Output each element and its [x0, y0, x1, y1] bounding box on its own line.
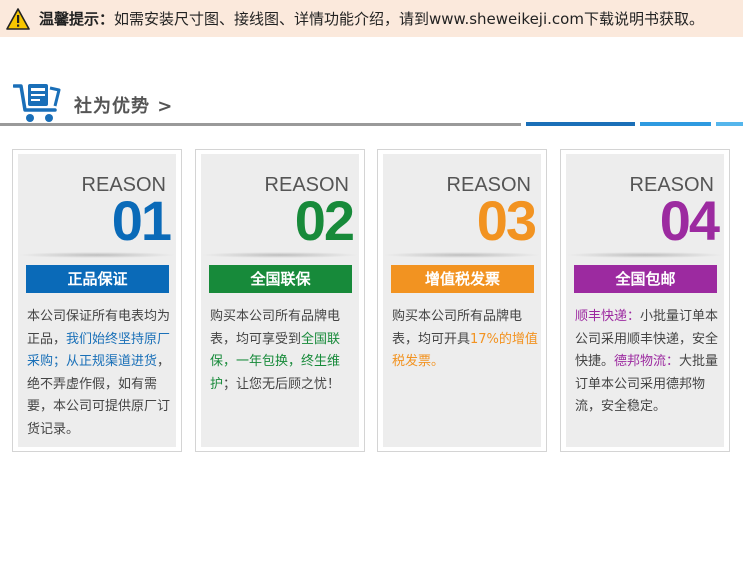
reason-banner: 全国联保 — [209, 265, 352, 293]
reason-card-4: REASON 04 全国包邮 顺丰快递：小批量订单本公司采用顺丰快递，安全快捷。… — [560, 149, 730, 452]
shopping-cart-icon — [13, 84, 61, 122]
divider-blue-1 — [526, 122, 635, 126]
divider-gray — [0, 123, 521, 126]
section-header: 社为优势 > — [0, 78, 743, 128]
reason-card-1: REASON 01 正品保证 本公司保证所有电表均为正品，我们始终坚持原厂采购；… — [12, 149, 182, 452]
reason-banner: 正品保证 — [26, 265, 169, 293]
reason-description: 本公司保证所有电表均为正品，我们始终坚持原厂采购；从正规渠道进货，绝不弄虚作假，… — [27, 306, 173, 441]
reason-number: 01 — [111, 189, 172, 252]
reason-number: 03 — [476, 189, 537, 252]
reason-number: 02 — [294, 189, 355, 252]
divider-blue-2 — [640, 122, 711, 126]
notice-bar: 温馨提示： 如需安装尺寸图、接线图、详情功能介绍，请到www.sheweikej… — [0, 0, 743, 37]
reason-banner: 增值税发票 — [391, 265, 534, 293]
notice-text: 如需安装尺寸图、接线图、详情功能介绍，请到www.sheweikeji.com下… — [114, 10, 704, 28]
section-title: 社为优势 > — [74, 96, 174, 117]
warning-icon — [6, 7, 30, 30]
reason-description: 购买本公司所有品牌电表，均可享受到全国联保，一年包换，终生维护；让您无后顾之忧！ — [210, 306, 356, 396]
reason-card-2: REASON 02 全国联保 购买本公司所有品牌电表，均可享受到全国联保，一年包… — [195, 149, 365, 452]
reason-number: 04 — [659, 189, 720, 252]
description-segment: 德邦物流： — [614, 354, 680, 369]
reason-banner: 全国包邮 — [574, 265, 717, 293]
reason-card-3: REASON 03 增值税发票 购买本公司所有品牌电表，均可开具17%的增值税发… — [377, 149, 547, 452]
reason-description: 购买本公司所有品牌电表，均可开具17%的增值税发票。 — [392, 306, 538, 374]
description-segment: ；让您无后顾之忧！ — [223, 376, 341, 392]
description-segment: 顺丰快递： — [575, 309, 641, 324]
notice-title: 温馨提示： — [39, 10, 115, 28]
reason-description: 顺丰快递：小批量订单本公司采用顺丰快递，安全快捷。德邦物流：大批量订单本公司采用… — [575, 306, 721, 419]
divider-blue-3 — [716, 122, 743, 126]
